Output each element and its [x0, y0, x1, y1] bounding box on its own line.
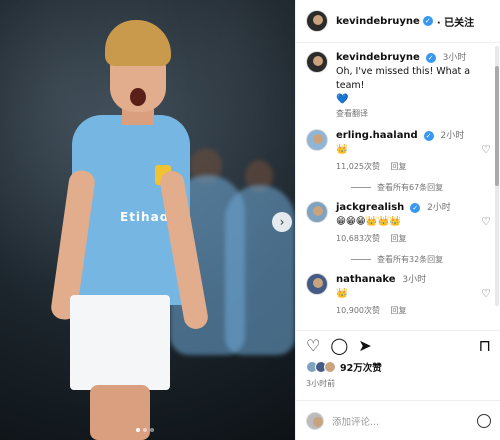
comments-list: kevindebruyne ✓ 3小时 Oh, I've missed this… [296, 43, 500, 328]
comment-like-heart-icon[interactable]: ♡ [481, 143, 491, 156]
carousel-dots [136, 428, 154, 432]
celebrating-player: Etihad [49, 20, 210, 440]
player-shorts [70, 295, 170, 390]
likes-count[interactable]: 92万次赞 [340, 360, 382, 374]
reply-button[interactable]: 回复 [391, 162, 407, 171]
comment-item: erling.haaland ✓ 2小时 👑 11,025次赞 回复 ♡ [296, 121, 500, 174]
comment-text: 👑 [336, 144, 348, 155]
caption-username[interactable]: kevindebruyne [336, 52, 420, 63]
post-photo: Etihad › [0, 0, 295, 440]
comment-time: 2小时 [427, 203, 451, 213]
author-avatar[interactable] [306, 10, 328, 32]
current-user-avatar [306, 411, 324, 430]
commenter-avatar[interactable] [306, 273, 328, 295]
likes-summary[interactable]: 92万次赞 [306, 360, 382, 374]
add-comment-bar: 添加评论... [296, 400, 500, 440]
comment-likes[interactable]: 10,900次赞 [336, 306, 380, 315]
comment-item: jackgrealish ✓ 2小时 😁😁😁👑👑👑 10,683次赞 回复 ♡ [296, 193, 500, 246]
verified-icon: ✓ [422, 16, 433, 26]
translate-link[interactable]: 查看翻译 [336, 107, 491, 121]
like-heart-icon[interactable]: ♡ [306, 336, 320, 355]
commenter-avatar[interactable] [306, 201, 328, 223]
carousel-dot [136, 428, 140, 432]
reply-button[interactable]: 回复 [391, 234, 407, 243]
post-header: kevindebruyne ✓ · 已关注 [296, 0, 500, 43]
comment-text: 😁😁😁👑👑👑 [336, 216, 402, 227]
comment-time: 2小时 [440, 131, 465, 141]
comment-text: 👑 [336, 288, 348, 299]
author-avatar[interactable] [306, 51, 328, 73]
verified-icon: ✓ [423, 130, 434, 141]
verified-icon: ✓ [410, 202, 421, 213]
scrollbar-thumb[interactable] [495, 66, 499, 186]
reply-button[interactable]: 回复 [391, 306, 407, 315]
following-status[interactable]: · 已关注 [437, 14, 474, 29]
post-actions: ♡ ◯ ➤ ⊓ [296, 330, 500, 360]
caption-text: Oh, I've missed this! What a team! [336, 66, 471, 91]
blue-heart-emoji: 💙 [336, 94, 349, 105]
liker-avatar [324, 361, 336, 373]
comment-likes[interactable]: 11,025次赞 [336, 162, 380, 171]
add-comment-input[interactable]: 添加评论... [332, 414, 477, 428]
commenter-username[interactable]: erling.haaland [336, 130, 418, 141]
author-username[interactable]: kevindebruyne [336, 16, 420, 27]
comment-item: nathanake 3小时 👑 10,900次赞 回复 ♡ [296, 265, 500, 318]
carousel-dot [143, 428, 147, 432]
comment-time: 3小时 [402, 275, 427, 285]
verified-icon: ✓ [425, 52, 436, 63]
emoji-icon[interactable] [477, 413, 491, 428]
caption: kevindebruyne ✓ 3小时 Oh, I've missed this… [296, 43, 500, 121]
player-mouth [130, 88, 146, 106]
carousel-dot [150, 428, 154, 432]
post-side-panel: kevindebruyne ✓ · 已关注 kevindebruyne ✓ 3小… [295, 0, 500, 440]
post-time-ago: 3小时前 [306, 379, 336, 388]
caption-time: 3小时 [442, 53, 467, 63]
comments-scrollbar[interactable] [495, 46, 499, 306]
commenter-username[interactable]: nathanake [336, 274, 396, 285]
comment-likes[interactable]: 10,683次赞 [336, 234, 380, 243]
share-send-icon[interactable]: ➤ [358, 336, 371, 355]
view-replies-link[interactable]: 查看所有67条回复 [296, 174, 500, 193]
comment-like-heart-icon[interactable]: ♡ [481, 287, 491, 300]
background-player [225, 185, 295, 355]
comment-like-heart-icon[interactable]: ♡ [481, 215, 491, 228]
commenter-username[interactable]: jackgrealish [336, 202, 404, 213]
jersey-sponsor: Etihad [120, 210, 170, 224]
carousel-next-button[interactable]: › [272, 212, 292, 232]
commenter-avatar[interactable] [306, 129, 328, 151]
player-hair [105, 20, 171, 66]
comment-bubble-icon[interactable]: ◯ [330, 336, 348, 355]
bookmark-icon[interactable]: ⊓ [479, 336, 491, 355]
view-replies-link[interactable]: 查看所有32条回复 [296, 246, 500, 265]
